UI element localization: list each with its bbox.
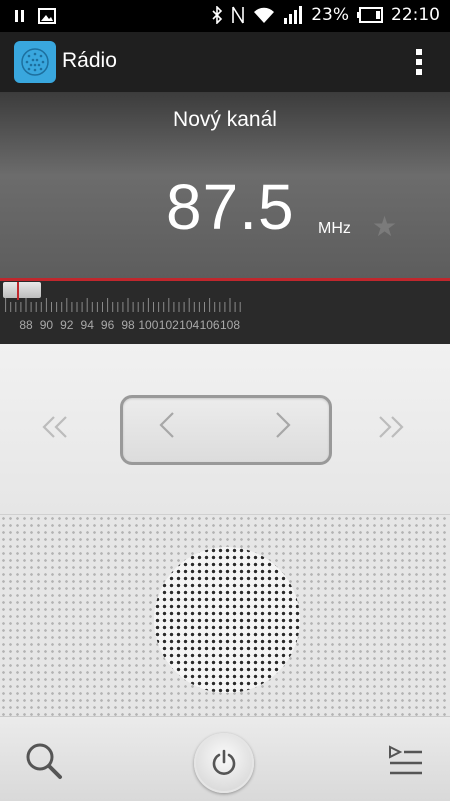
image-icon xyxy=(38,8,56,24)
tuner-slider-handle[interactable] xyxy=(3,282,41,298)
frequency-unit: MHz xyxy=(318,220,351,237)
tuner-label: 104 xyxy=(179,318,199,332)
tuner-label: 96 xyxy=(101,318,115,332)
tuner-label: 106 xyxy=(200,318,220,332)
app-title: Rádio xyxy=(62,49,117,72)
clock: 22:10 xyxy=(391,5,440,25)
battery-percent: 23% xyxy=(311,5,349,25)
power-icon xyxy=(212,749,236,775)
double-chevron-right-icon[interactable] xyxy=(376,409,406,449)
speaker-grille xyxy=(0,514,450,717)
radio-app-icon xyxy=(14,41,56,83)
tuner-label: 100 xyxy=(138,318,158,332)
status-bar: 23% 22:10 xyxy=(0,0,450,32)
speaker-icon xyxy=(154,547,300,693)
tuner-needle xyxy=(16,282,19,300)
frequency-value: 87.5 xyxy=(166,171,295,243)
battery-icon xyxy=(357,7,383,23)
tuner-label: 90 xyxy=(40,318,54,332)
frequency-display: Nový kanál 87.5 MHz ★ xyxy=(0,92,450,278)
step-buttons xyxy=(120,395,332,465)
tuner-label: 98 xyxy=(121,318,135,332)
app-bar: Rádio xyxy=(0,32,450,92)
chevron-right-icon[interactable] xyxy=(273,410,293,448)
pause-icon xyxy=(14,9,26,23)
bluetooth-icon xyxy=(211,6,223,24)
signal-icon xyxy=(283,5,303,25)
nfc-icon xyxy=(231,5,245,25)
search-icon[interactable] xyxy=(22,739,66,783)
control-panel xyxy=(0,344,450,514)
tuner-label: 92 xyxy=(60,318,74,332)
wifi-icon xyxy=(253,6,275,24)
tuner-label: 88 xyxy=(19,318,33,332)
tuner-dial[interactable]: 88 90 92 94 96 98 100 102 104 106 108 xyxy=(0,278,450,344)
chevron-left-icon[interactable] xyxy=(157,410,177,448)
power-button[interactable] xyxy=(194,733,254,793)
double-chevron-left-icon[interactable] xyxy=(40,409,70,449)
tuner-label: 108 xyxy=(220,318,240,332)
overflow-menu-icon[interactable] xyxy=(416,49,424,77)
tuner-label: 94 xyxy=(81,318,95,332)
star-icon[interactable]: ★ xyxy=(372,210,397,243)
bottom-toolbar xyxy=(0,716,450,801)
playlist-icon[interactable] xyxy=(386,743,428,779)
station-name: Nový kanál xyxy=(173,108,277,131)
tuner-scale: 88 90 92 94 96 98 100 102 104 106 108 xyxy=(5,298,241,332)
tuner-label: 102 xyxy=(159,318,179,332)
